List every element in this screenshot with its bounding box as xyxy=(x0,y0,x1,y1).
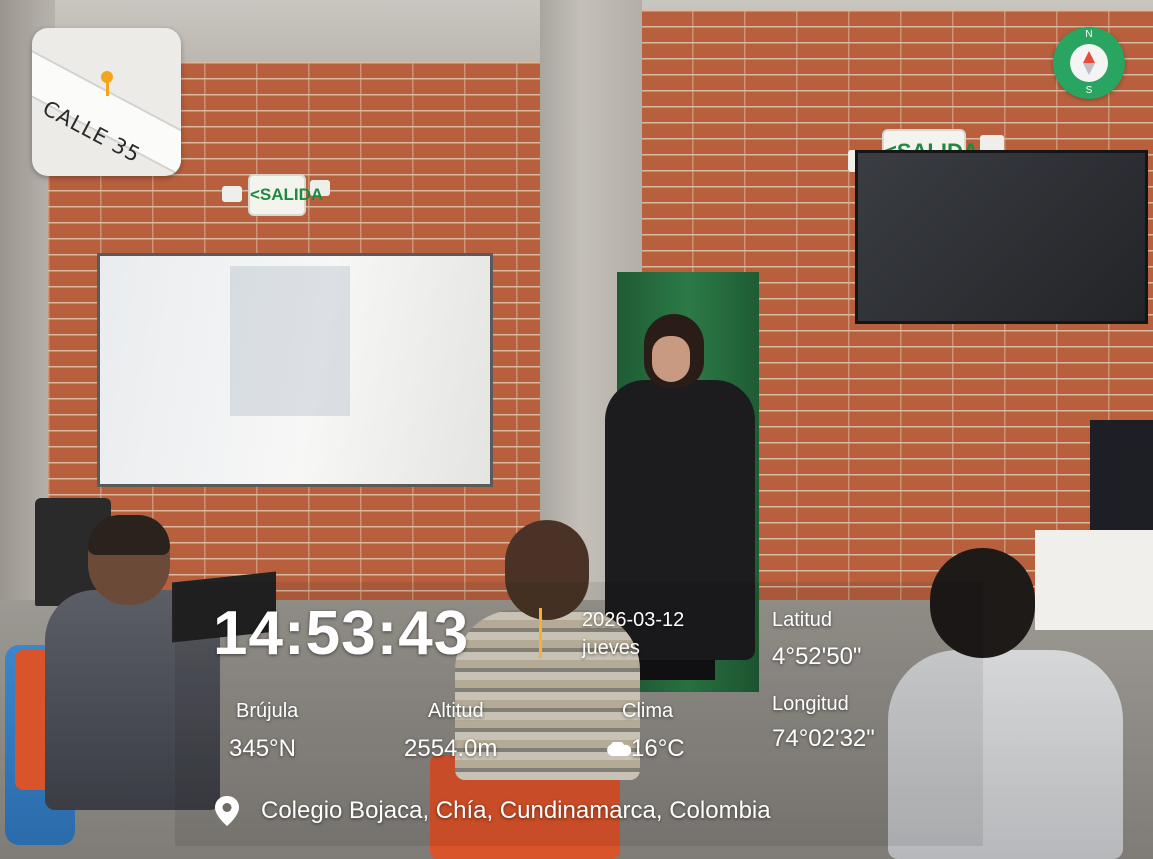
compass-needle-south xyxy=(1083,63,1095,75)
whiteboard xyxy=(97,253,493,487)
exit-sign-left: <SALIDA xyxy=(250,176,323,214)
weekday-display: jueves xyxy=(582,637,640,659)
compass-label: Brújula xyxy=(236,700,299,722)
map-pin-icon xyxy=(101,71,113,83)
compass-needle-north xyxy=(1083,51,1095,63)
longitude-value: 74°02'32" xyxy=(772,725,875,752)
cloud-icon xyxy=(607,742,632,756)
time-display: 14:53:43 xyxy=(213,599,470,668)
compass-north-label: N xyxy=(1085,29,1093,40)
altitude-label: Altitud xyxy=(428,700,484,722)
longitude-label: Longitud xyxy=(772,693,849,715)
whiteboard-reflection xyxy=(230,266,350,416)
weather-label: Clima xyxy=(622,700,674,722)
compass-value: 345°N xyxy=(229,735,296,762)
map-pin-stem xyxy=(106,82,109,96)
latitude-value: 4°52'50" xyxy=(772,643,862,670)
computer-monitor xyxy=(1090,420,1153,535)
wall-tv xyxy=(855,150,1148,324)
altitude-value: 2554.0m xyxy=(404,735,498,762)
map-thumbnail[interactable]: CALLE 35 xyxy=(32,28,181,176)
desk-right xyxy=(1035,530,1153,630)
compass-icon[interactable]: N S xyxy=(1053,27,1125,99)
weather-value: 16°C xyxy=(631,735,685,762)
exit-lamp-left xyxy=(222,186,242,202)
teacher-face xyxy=(652,336,690,382)
date-display: 2026-03-12 xyxy=(582,609,685,631)
location-pin-icon xyxy=(215,796,239,826)
compass-south-label: S xyxy=(1085,85,1093,96)
latitude-label: Latitud xyxy=(772,609,833,631)
student-left-hair xyxy=(88,515,170,555)
address-text: Colegio Bojaca, Chía, Cundinamarca, Colo… xyxy=(261,797,771,824)
time-divider xyxy=(539,608,542,658)
